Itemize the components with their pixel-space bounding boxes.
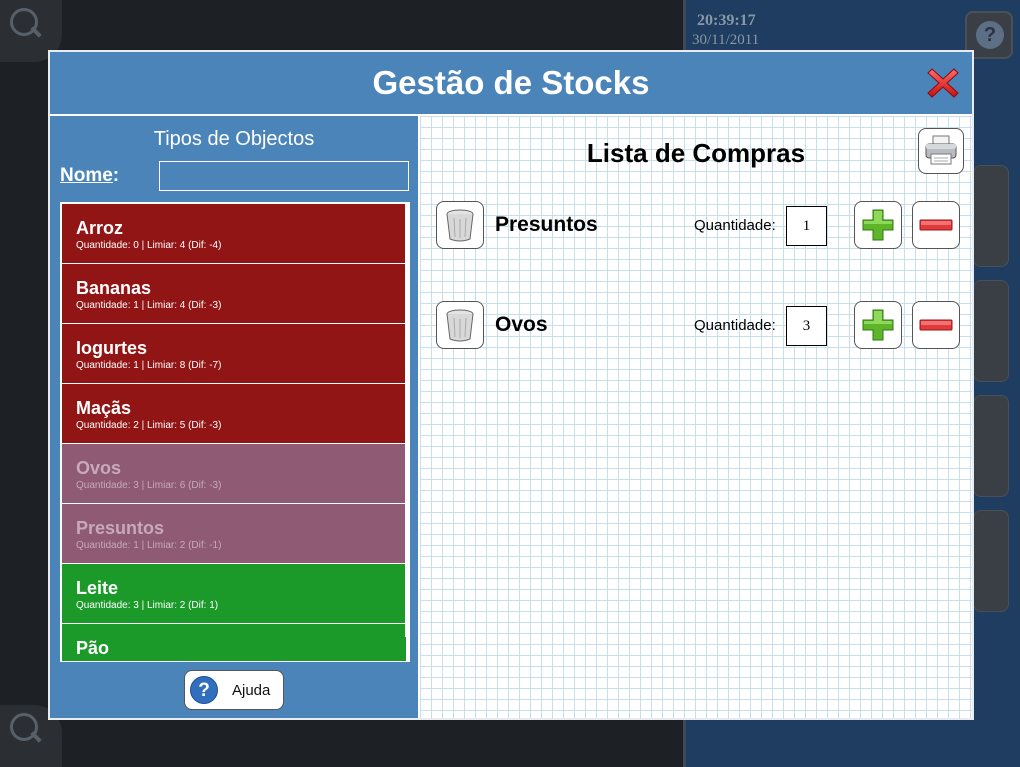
name-filter-input[interactable] xyxy=(159,161,409,191)
item-detail: Quantidade: 0 | Limiar: 4 (Dif: -4) xyxy=(76,240,222,251)
object-types-panel: Tipos de Objectos Nome: Arroz Quantidade… xyxy=(50,116,420,718)
dialog-titlebar: Gestão de Stocks xyxy=(50,52,972,116)
background-tab xyxy=(973,280,1009,382)
item-name: Bananas xyxy=(76,278,152,298)
item-detail: Quantidade: 3 | Limiar: 6 (Dif: -3) xyxy=(76,480,222,491)
item-name: Ovos xyxy=(76,458,122,478)
help-icon: ? xyxy=(190,676,218,704)
shopping-row-ovos: Ovos Quantidade: 3 xyxy=(420,301,972,351)
item-detail: Quantidade: 1 | Limiar: 8 (Dif: -7) xyxy=(76,360,222,371)
quantity-field[interactable]: 3 xyxy=(786,306,827,346)
clock-time: 20:39:17 xyxy=(697,12,756,29)
list-item-presuntos[interactable]: Presuntos Quantidade: 1 | Limiar: 2 (Dif… xyxy=(62,504,406,564)
decrease-quantity-button[interactable] xyxy=(912,301,960,349)
help-button[interactable]: ? Ajuda xyxy=(184,670,284,710)
object-types-heading: Tipos de Objectos xyxy=(153,128,315,150)
background-tab xyxy=(973,395,1009,497)
list-item-arroz[interactable]: Arroz Quantidade: 0 | Limiar: 4 (Dif: -4… xyxy=(62,204,406,264)
item-detail: Quantidade: 1 | Limiar: 4 (Dif: -3) xyxy=(76,300,222,311)
quantity-label: Quantidade: xyxy=(694,317,776,334)
decrease-quantity-button[interactable] xyxy=(912,201,960,249)
list-item-leite[interactable]: Leite Quantidade: 3 | Limiar: 2 (Dif: 1) xyxy=(62,564,406,624)
item-name: Pão xyxy=(76,638,110,658)
stock-management-dialog: Gestão de Stocks Tipos de Objectos Nome:… xyxy=(48,50,974,720)
name-label-colon: : xyxy=(112,165,120,186)
quantity-field[interactable]: 1 xyxy=(786,206,827,246)
trash-icon xyxy=(446,309,474,342)
delete-button[interactable] xyxy=(436,301,484,349)
shopping-row-presuntos: Presuntos Quantidade: 1 xyxy=(420,201,972,251)
plus-icon xyxy=(862,209,894,241)
trash-icon xyxy=(446,209,474,242)
list-item-iogurtes[interactable]: Iogurtes Quantidade: 1 | Limiar: 8 (Dif:… xyxy=(62,324,406,384)
clock-date: 30/11/2011 xyxy=(692,32,760,48)
object-types-list[interactable]: Arroz Quantidade: 0 | Limiar: 4 (Dif: -4… xyxy=(60,202,410,662)
increase-quantity-button[interactable] xyxy=(854,201,902,249)
item-detail: Quantidade: 1 | Limiar: 2 (Dif: -1) xyxy=(76,540,222,551)
plus-icon xyxy=(862,309,894,341)
close-icon[interactable] xyxy=(926,66,960,100)
shopping-item-name: Ovos xyxy=(495,313,548,336)
background-tab xyxy=(973,165,1009,267)
list-item-bananas[interactable]: Bananas Quantidade: 1 | Limiar: 4 (Dif: … xyxy=(62,264,406,324)
name-filter-label: Nome: xyxy=(60,165,119,187)
quantity-label: Quantidade: xyxy=(694,217,776,234)
item-name: Iogurtes xyxy=(76,338,148,358)
shopping-item-name: Presuntos xyxy=(495,213,598,236)
name-label-text: Nome xyxy=(60,165,113,186)
list-item-ovos[interactable]: Ovos Quantidade: 3 | Limiar: 6 (Dif: -3) xyxy=(62,444,406,504)
help-icon: ? xyxy=(976,21,1004,49)
list-item-macas[interactable]: Maçãs Quantidade: 2 | Limiar: 5 (Dif: -3… xyxy=(62,384,406,444)
minus-icon xyxy=(919,319,953,331)
item-name: Maçãs xyxy=(76,398,132,418)
printer-icon xyxy=(925,135,957,165)
background-tab xyxy=(973,510,1009,612)
item-name: Leite xyxy=(76,578,119,598)
increase-quantity-button[interactable] xyxy=(854,301,902,349)
shopping-list-title: Lista de Compras xyxy=(586,138,806,168)
item-detail: Quantidade: 3 | Limiar: 2 (Dif: 1) xyxy=(76,600,219,611)
help-button-label: Ajuda xyxy=(232,682,271,699)
item-detail: Quantidade: 2 | Limiar: 5 (Dif: -3) xyxy=(76,420,222,431)
shopping-list-panel: Lista de Compras Presuntos Quantidade: 1… xyxy=(420,116,972,718)
list-item-pao[interactable]: Pão xyxy=(62,624,406,661)
item-name: Arroz xyxy=(76,218,124,238)
minus-icon xyxy=(919,219,953,231)
delete-button[interactable] xyxy=(436,201,484,249)
print-button[interactable] xyxy=(918,128,964,174)
item-name: Presuntos xyxy=(76,518,165,538)
dialog-title: Gestão de Stocks xyxy=(372,64,650,101)
list-scrollbar[interactable] xyxy=(405,203,409,637)
